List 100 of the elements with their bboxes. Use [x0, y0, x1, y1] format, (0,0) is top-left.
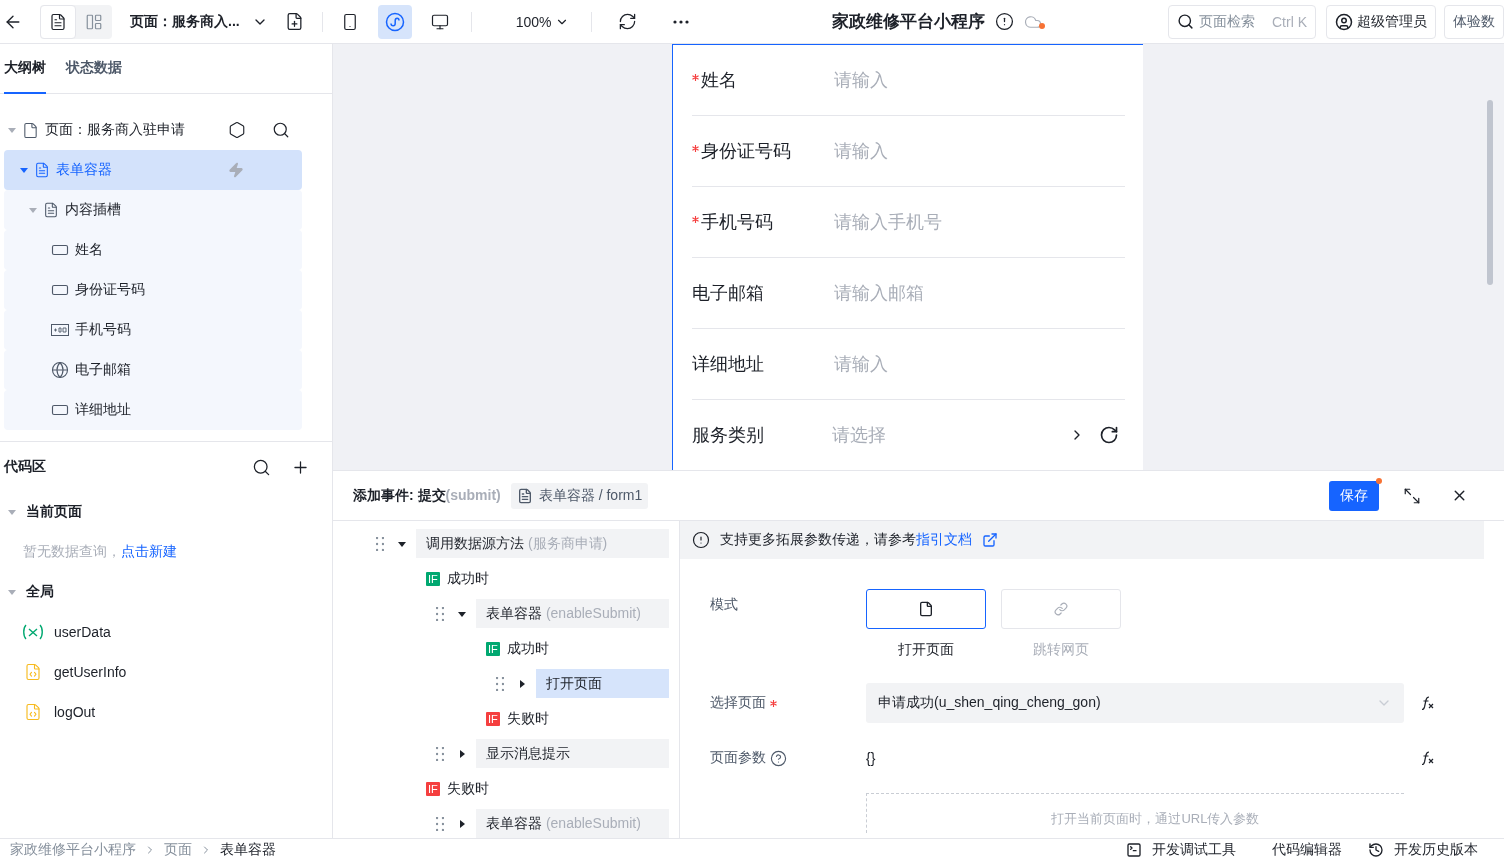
footer-tool-button[interactable]: 开发历史版本	[1368, 840, 1478, 859]
code-item[interactable]: logOut	[0, 692, 332, 732]
mode-option[interactable]	[866, 589, 986, 629]
mode-label: 打开页面	[897, 641, 955, 659]
field-label: 身份证号码	[692, 139, 832, 163]
field-label: 服务类别	[692, 424, 765, 447]
notice-text: 支持更多拓展参数传递，请参考指引文档	[720, 531, 972, 549]
input-field[interactable]: 请输入邮箱	[832, 281, 1125, 305]
tree-item[interactable]: 手机号码	[4, 310, 302, 350]
tree-item[interactable]: 内容插槽	[4, 190, 302, 230]
branch-label: 失败时	[446, 779, 489, 798]
outline-view-button[interactable]	[40, 4, 76, 39]
drag-handle-icon[interactable]	[436, 606, 444, 621]
terminal-icon	[1126, 841, 1142, 858]
guide-link[interactable]: 指引文档	[916, 531, 972, 547]
condition-tag: IF	[486, 641, 500, 656]
refresh-icon	[618, 12, 637, 31]
code-item[interactable]: userData	[0, 612, 332, 652]
action-item[interactable]: 打开页面	[536, 669, 669, 698]
tree-item[interactable]: 身份证号码	[4, 270, 302, 310]
tree-item[interactable]: 姓名	[4, 230, 302, 270]
params-value: {}	[866, 750, 877, 766]
section-header[interactable]: 全局	[0, 572, 332, 612]
globe-icon	[51, 361, 69, 379]
action-item[interactable]: 表单容器 (enableSubmit)	[476, 809, 669, 838]
page-select[interactable]: 申请成功(u_shen_qing_cheng_gon)	[866, 683, 1404, 723]
document-icon	[49, 12, 67, 31]
breadcrumb-link[interactable]: 表单容器	[220, 840, 276, 859]
condition-tag: IF	[426, 781, 440, 796]
condition-tag: IF	[426, 571, 440, 586]
input-field[interactable]: 请输入	[832, 68, 1125, 92]
user-button[interactable]: 超级管理员	[1326, 4, 1436, 39]
form-icon	[43, 202, 59, 218]
empty-message: 暂无数据查询，点击新建	[22, 542, 178, 561]
section-header[interactable]: 当前页面	[0, 492, 332, 532]
save-button[interactable]: 保存	[1329, 480, 1379, 511]
mode-label: 跳转网页	[1032, 641, 1090, 659]
branch-label: 失败时	[506, 709, 549, 728]
help-icon[interactable]	[770, 749, 787, 767]
search-icon[interactable]	[272, 121, 290, 139]
field-label: 姓名	[692, 68, 832, 92]
info-icon[interactable]	[995, 12, 1015, 31]
function-icon[interactable]	[1420, 750, 1436, 766]
layout-icon	[85, 12, 103, 31]
tree-item[interactable]: 电子邮箱	[4, 350, 302, 390]
panel-tab[interactable]: 状态数据	[66, 44, 122, 94]
drag-handle-icon[interactable]	[436, 816, 444, 831]
caret-icon[interactable]	[458, 819, 466, 828]
mini-program-icon	[384, 11, 405, 32]
expand-icon[interactable]	[1403, 486, 1421, 505]
file-icon	[918, 601, 934, 617]
drag-handle-icon[interactable]	[376, 536, 384, 551]
footer-tool-button[interactable]: 开发调试工具	[1126, 840, 1236, 859]
more-icon	[673, 19, 690, 24]
branch-label: 成功时	[446, 569, 489, 588]
refresh-icon[interactable]	[1099, 425, 1119, 445]
field-label: 手机号码	[692, 210, 832, 234]
search-icon	[1177, 13, 1194, 30]
variable-icon	[22, 624, 44, 640]
file-icon	[22, 121, 39, 139]
action-item[interactable]: 表单容器 (enableSubmit)	[476, 599, 669, 628]
scrollbar[interactable]	[1487, 100, 1493, 285]
miniprogram-preview-button[interactable]	[377, 4, 412, 39]
page-selector[interactable]: 页面：服务商入...	[130, 12, 268, 31]
tree-item[interactable]: 页面：服务商入驻申请	[4, 110, 302, 150]
caret-icon[interactable]	[458, 749, 466, 758]
tree-item[interactable]: 详细地址	[4, 390, 302, 430]
app-title: 家政维修平台小程序	[832, 11, 986, 33]
action-item[interactable]: 调用数据源方法 (服务商申请)	[416, 529, 669, 558]
field-label: 模式	[710, 595, 739, 614]
create-link[interactable]: 点击新建	[121, 543, 177, 559]
action-item[interactable]: 显示消息提示	[476, 739, 669, 768]
user-icon	[1335, 12, 1353, 31]
footer-tool-button[interactable]: 代码编辑器	[1262, 840, 1342, 859]
external-link-icon[interactable]	[982, 532, 998, 548]
panel-tab[interactable]: 大纲树	[4, 44, 46, 94]
input-field[interactable]: 请输入	[832, 139, 1125, 163]
caret-icon[interactable]	[518, 679, 526, 688]
form-icon	[516, 487, 533, 504]
link-icon	[1054, 602, 1068, 616]
script-file-icon	[24, 663, 42, 681]
condition-tag: IF	[486, 711, 500, 726]
caret-icon[interactable]	[398, 539, 406, 548]
target-chip: 表单容器 / form1	[510, 482, 649, 509]
zoom-dropdown[interactable]: 100%	[507, 13, 578, 30]
function-icon[interactable]	[1420, 695, 1436, 711]
caret-icon[interactable]	[458, 609, 466, 618]
input-field[interactable]: 请输入	[832, 352, 1125, 376]
section-title: 代码区	[4, 458, 47, 476]
experience-data-button[interactable]: 体验数	[1444, 4, 1504, 39]
info-icon	[692, 531, 710, 549]
code-item[interactable]: getUserInfo	[0, 652, 332, 692]
drag-handle-icon[interactable]	[436, 746, 444, 761]
input-field[interactable]: 请输入手机号	[832, 210, 1125, 234]
history-icon	[1368, 841, 1384, 858]
drag-handle-icon[interactable]	[496, 676, 504, 691]
field-label: 详细地址	[692, 353, 765, 376]
search-icon[interactable]	[252, 457, 271, 477]
event-title: 添加事件: 提交(submit)	[353, 486, 501, 505]
hint-text: 打开当前页面时，通过URL传入参数	[1051, 810, 1260, 828]
